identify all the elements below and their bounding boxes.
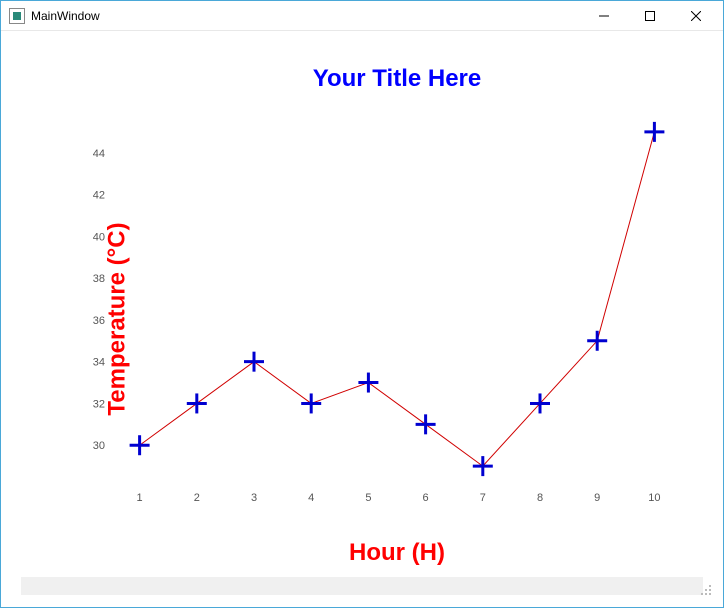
y-tick-label: 42 bbox=[93, 190, 105, 202]
data-marker bbox=[416, 414, 436, 434]
status-strip bbox=[21, 577, 703, 595]
minimize-icon bbox=[599, 11, 609, 21]
x-tick-label: 6 bbox=[423, 492, 429, 504]
x-tick-label: 5 bbox=[365, 492, 371, 504]
chart-svg: 303234363840424412345678910 bbox=[101, 101, 693, 507]
x-tick-label: 8 bbox=[537, 492, 543, 504]
y-tick-label: 32 bbox=[93, 398, 105, 410]
close-button[interactable] bbox=[673, 1, 719, 31]
x-tick-label: 3 bbox=[251, 492, 257, 504]
y-tick-label: 44 bbox=[93, 148, 105, 160]
maximize-button[interactable] bbox=[627, 1, 673, 31]
x-axis-label: Hour (H) bbox=[11, 539, 713, 567]
data-line bbox=[140, 132, 655, 466]
chart-title: Your Title Here bbox=[11, 65, 713, 93]
data-marker bbox=[644, 122, 664, 142]
x-tick-label: 1 bbox=[137, 492, 143, 504]
x-tick-label: 9 bbox=[594, 492, 600, 504]
data-marker bbox=[358, 373, 378, 393]
x-tick-label: 7 bbox=[480, 492, 486, 504]
y-tick-label: 34 bbox=[93, 357, 105, 369]
window-title: MainWindow bbox=[31, 9, 100, 23]
plot-frame: Your Title Here Temperature (°C) Hour (H… bbox=[11, 41, 713, 597]
x-tick-label: 10 bbox=[648, 492, 660, 504]
y-tick-label: 38 bbox=[93, 273, 105, 285]
resize-grip-icon[interactable] bbox=[699, 583, 711, 595]
y-tick-label: 30 bbox=[93, 440, 105, 452]
data-marker bbox=[301, 393, 321, 413]
y-tick-label: 40 bbox=[93, 231, 105, 243]
window-titlebar: MainWindow bbox=[1, 1, 723, 31]
maximize-icon bbox=[645, 11, 655, 21]
y-tick-label: 36 bbox=[93, 315, 105, 327]
data-marker bbox=[187, 393, 207, 413]
close-icon bbox=[691, 11, 701, 21]
app-icon bbox=[9, 8, 25, 24]
minimize-button[interactable] bbox=[581, 1, 627, 31]
data-marker bbox=[130, 435, 150, 455]
x-tick-label: 4 bbox=[308, 492, 314, 504]
content-area: Your Title Here Temperature (°C) Hour (H… bbox=[1, 31, 723, 607]
data-marker bbox=[244, 352, 264, 372]
x-tick-label: 2 bbox=[194, 492, 200, 504]
plot-area[interactable]: 303234363840424412345678910 bbox=[101, 101, 693, 507]
